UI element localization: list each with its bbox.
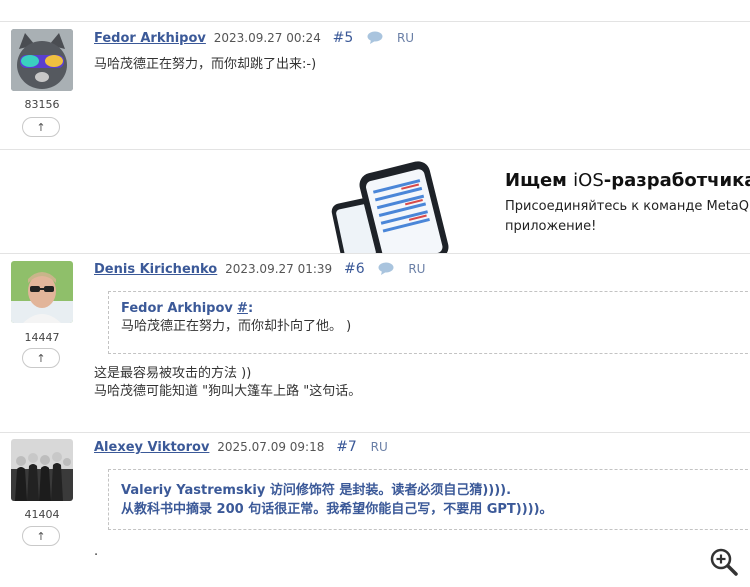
magnifier-plus-icon[interactable] (709, 547, 739, 581)
avatar[interactable] (11, 29, 73, 91)
ad-title-part: Ищем (505, 170, 574, 191)
post-text: . (94, 544, 99, 559)
post-header: Denis Kirichenko 2023.09.27 01:39 #6 RU (94, 261, 425, 278)
quote-text: 马哈茂德正在努力，而你却扑向了他。 ) (121, 319, 352, 334)
language-link[interactable]: RU (371, 440, 388, 454)
ad-title-part: iOS (573, 170, 604, 191)
post-number-link[interactable]: #7 (336, 439, 357, 455)
post-text: 马哈茂德正在努力，而你却跳了出来:-) (94, 57, 317, 72)
separator (0, 253, 750, 254)
post-text-line: 这是最容易被攻击的方法 )) (94, 366, 252, 381)
quote-source-link[interactable]: # (237, 301, 248, 316)
author-link[interactable]: Fedor Arkhipov (94, 31, 206, 46)
speech-bubble-icon[interactable] (367, 31, 383, 47)
quote-line: Valeriy Yastremskiy 访问修饰符 是封装。读者必须自己猜)))… (121, 483, 512, 498)
ad-title: Ищем iOS-разработчика (505, 170, 750, 191)
quote-line: 从教科书中摘录 200 句话很正常。我希望你能自己写，不要用 GPT))))。 (121, 502, 553, 517)
post-text-line: 马哈茂德可能知道 "狗叫大篷车上路 "这句话。 (94, 384, 362, 399)
post-header: Alexey Viktorov 2025.07.09 09:18 #7 RU (94, 439, 388, 455)
author-link[interactable]: Alexey Viktorov (94, 440, 209, 455)
ad-text: Присоединяйтесь к команде MetaQ приложен… (505, 197, 749, 237)
quote-block: Fedor Arkhipov #: 马哈茂德正在努力，而你却扑向了他。 ) (108, 291, 750, 354)
quote-header: Fedor Arkhipov #: (121, 300, 750, 318)
post-number-link[interactable]: #6 (344, 261, 365, 277)
post-number-link[interactable]: #5 (333, 30, 354, 46)
speech-bubble-icon[interactable] (378, 262, 394, 278)
language-link[interactable]: RU (408, 262, 425, 276)
avatar[interactable] (11, 261, 73, 323)
post-header: Fedor Arkhipov 2023.09.27 00:24 #5 RU (94, 30, 414, 47)
upvote-button[interactable]: ↑ (22, 348, 60, 368)
ad-text-line: приложение! (505, 219, 597, 234)
post-text: 这是最容易被攻击的方法 )) 马哈茂德可能知道 "狗叫大篷车上路 "这句话。 (94, 365, 361, 401)
ad-title-part: -разработчика (603, 170, 750, 191)
ad-text-line: Присоединяйтесь к команде MetaQ (505, 199, 749, 214)
quote-block: Valeriy Yastremskiy 访问修饰符 是封装。读者必须自己猜)))… (108, 469, 750, 530)
quote-colon: : (247, 301, 254, 316)
post-date: 2023.09.27 00:24 (213, 31, 321, 45)
user-rating: 41404 (24, 508, 60, 521)
language-link[interactable]: RU (397, 31, 414, 45)
user-rating: 83156 (24, 98, 60, 111)
upvote-button[interactable]: ↑ (22, 117, 60, 137)
phone-image (331, 161, 449, 253)
avatar[interactable] (11, 439, 73, 501)
quote-author[interactable]: Fedor Arkhipov (121, 301, 233, 316)
separator (0, 432, 750, 433)
post-date: 2023.09.27 01:39 (225, 262, 333, 276)
separator (0, 21, 750, 22)
separator (0, 149, 750, 150)
author-link[interactable]: Denis Kirichenko (94, 262, 217, 277)
user-rating: 14447 (24, 331, 60, 344)
post-date: 2025.07.09 09:18 (217, 440, 325, 454)
upvote-button[interactable]: ↑ (22, 526, 60, 546)
